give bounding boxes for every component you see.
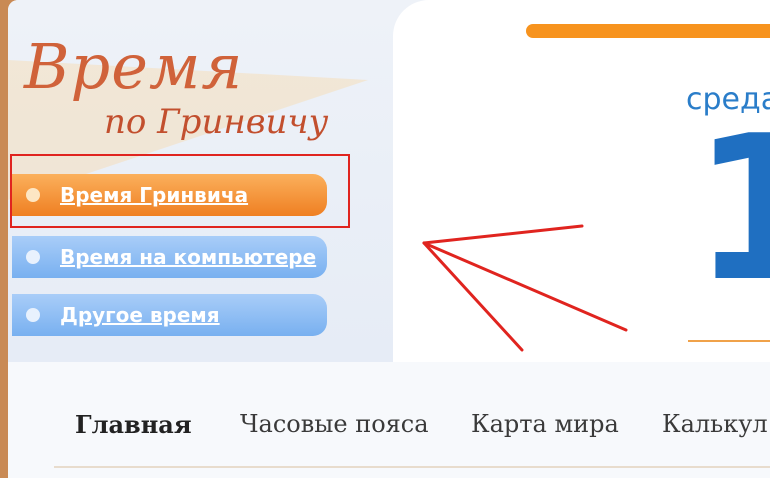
bullet-icon	[26, 250, 40, 264]
nav-item-time-zones[interactable]: Часовые пояса	[240, 410, 429, 438]
clock-header-bar	[526, 24, 770, 38]
nav-underline	[54, 466, 770, 468]
clock-divider	[688, 340, 770, 342]
clock-time-digit: 1	[692, 93, 770, 326]
nav-item-world-map[interactable]: Карта мира	[471, 410, 619, 438]
menu-item-label[interactable]: Другое время	[60, 303, 220, 327]
bullet-icon	[26, 308, 40, 322]
menu-item-computer-time[interactable]: Время на компьютере	[12, 236, 327, 278]
site-logo-title[interactable]: Время	[24, 30, 243, 103]
site-logo-subtitle[interactable]: по Гринвичу	[104, 102, 328, 142]
annotation-highlight-box	[10, 154, 350, 228]
nav-item-calculator[interactable]: Калькул	[662, 410, 768, 438]
nav-item-home[interactable]: Главная	[75, 410, 192, 439]
menu-item-label[interactable]: Время на компьютере	[60, 245, 316, 269]
page-frame: Время по Гринвичу Время Гринвича Время н…	[8, 0, 770, 478]
menu-item-other-time[interactable]: Другое время	[12, 294, 327, 336]
